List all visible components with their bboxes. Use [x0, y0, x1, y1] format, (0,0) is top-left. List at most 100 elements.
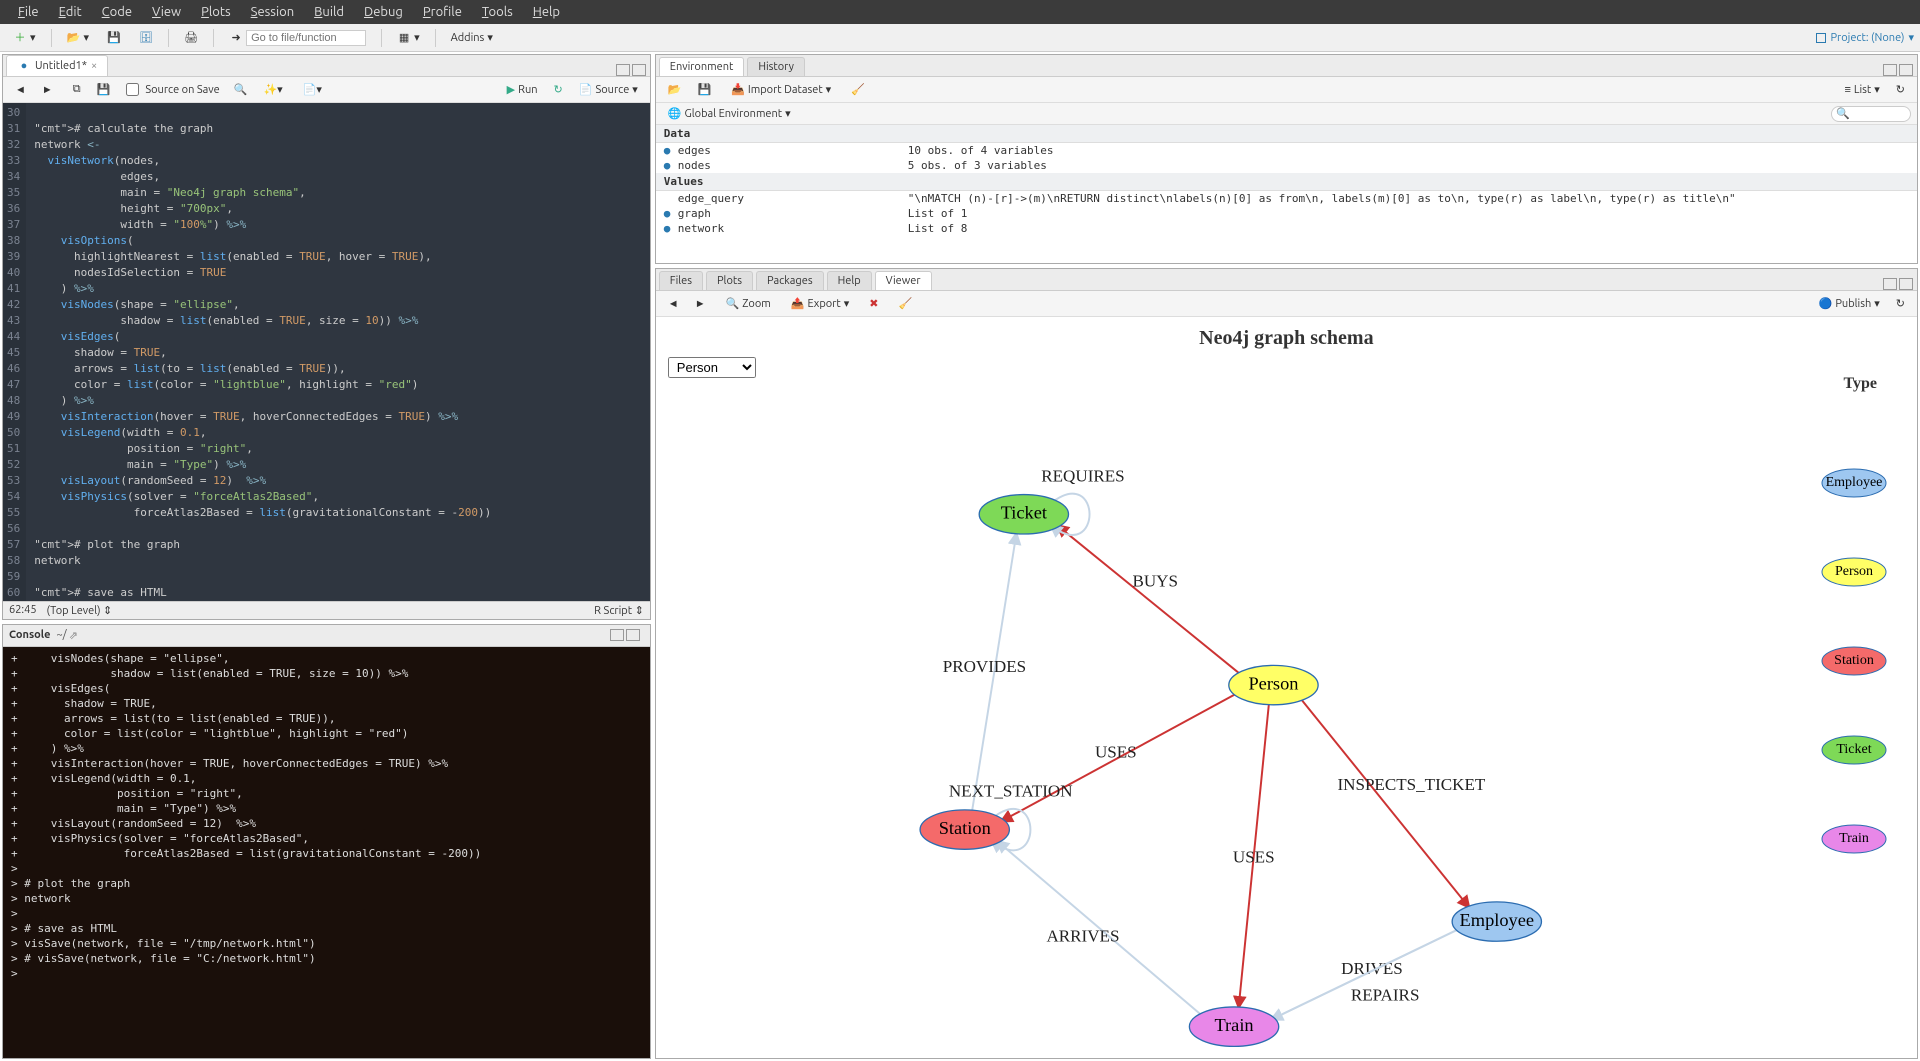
maximize-button[interactable] — [1899, 64, 1913, 76]
refresh-button[interactable]: ↻ — [1890, 295, 1911, 312]
env-row[interactable]: ●nodes5 obs. of 3 variables — [656, 158, 1917, 173]
export-button[interactable]: 📤 Export ▾ — [785, 295, 855, 312]
source-on-save-checkbox[interactable] — [126, 83, 139, 96]
env-search-input[interactable] — [1831, 106, 1911, 122]
save-src-button[interactable]: 💾 — [91, 81, 117, 98]
print-button[interactable]: 🖨 — [177, 28, 205, 48]
env-section: Values — [656, 173, 1917, 191]
edge-label: REPAIRS — [1351, 985, 1420, 1004]
minimize-button[interactable] — [616, 64, 630, 76]
node-select[interactable]: Person — [668, 357, 756, 378]
scope-selector[interactable]: (Top Level) ⇕ — [47, 604, 113, 617]
remove-button[interactable]: ✖ — [863, 295, 884, 312]
goto-button[interactable]: ➜ — [222, 27, 373, 49]
load-ws-button[interactable]: 📂 — [662, 81, 688, 98]
clear-button[interactable]: 🧹 — [892, 295, 918, 312]
menu-code[interactable]: Code — [92, 3, 142, 21]
menu-build[interactable]: Build — [304, 3, 354, 21]
menu-tools[interactable]: Tools — [472, 3, 523, 21]
graph-title: Neo4j graph schema — [656, 317, 1917, 354]
publish-button[interactable]: 🔵 Publish ▾ — [1813, 295, 1886, 312]
tab-history[interactable]: History — [747, 57, 805, 76]
minimize-button[interactable] — [610, 629, 624, 641]
svg-text:Employee: Employee — [1459, 910, 1534, 930]
legend-item: Station — [1819, 645, 1889, 680]
open-button[interactable]: 📂▾ — [60, 28, 97, 48]
env-scope-bar: 🌐 Global Environment ▾ — [656, 103, 1917, 125]
edge[interactable] — [1056, 525, 1241, 675]
graph-canvas[interactable]: BUYSREQUIRESPROVIDESUSESNEXT_STATIONINSP… — [656, 354, 1917, 1058]
rerun-button[interactable]: ↻ — [548, 81, 569, 98]
legend-title: Type — [1844, 375, 1877, 393]
env-row[interactable]: ●graphList of 1 — [656, 206, 1917, 221]
show-in-new-button[interactable]: ⧉ — [67, 81, 87, 98]
svg-text:Person: Person — [1835, 564, 1873, 579]
source-editor[interactable]: 3031323334353637383940414243444546474849… — [3, 103, 650, 601]
maximize-button[interactable] — [632, 64, 646, 76]
import-dataset-button[interactable]: 📥 Import Dataset ▾ — [725, 81, 837, 98]
clear-button[interactable]: 🧹 — [845, 81, 871, 98]
menu-profile[interactable]: Profile — [413, 3, 472, 21]
refresh-button[interactable]: ↻ — [1890, 81, 1911, 98]
console-path-icon[interactable]: ⇗ — [69, 629, 78, 642]
console-header: Console ~/ ⇗ — [3, 625, 650, 647]
tab-help[interactable]: Help — [827, 271, 872, 290]
console[interactable]: + visNodes(shape = "ellipse", + shadow =… — [3, 647, 650, 1058]
back-button[interactable]: ◄ — [662, 296, 685, 312]
edge-label: USES — [1095, 742, 1137, 761]
menu-help[interactable]: Help — [523, 3, 570, 21]
tab-environment[interactable]: Environment — [659, 57, 745, 76]
edge[interactable] — [1270, 928, 1460, 1019]
edge[interactable] — [1300, 698, 1469, 908]
save-button[interactable]: 💾 — [100, 28, 128, 48]
tab-viewer[interactable]: Viewer — [875, 271, 932, 290]
goto-input[interactable] — [246, 30, 366, 46]
close-icon[interactable]: × — [91, 60, 97, 72]
wand-button[interactable]: ✨▾ — [257, 81, 288, 98]
env-row[interactable]: ●networkList of 8 — [656, 221, 1917, 236]
viewer-body[interactable]: Neo4j graph schema Person Type Employee P… — [656, 317, 1917, 1058]
menu-debug[interactable]: Debug — [354, 3, 413, 21]
menu-session[interactable]: Session — [241, 3, 304, 21]
svg-text:Train: Train — [1214, 1015, 1253, 1035]
node-station[interactable]: Station — [920, 810, 1009, 849]
node-person[interactable]: Person — [1229, 665, 1318, 704]
env-row[interactable]: ●edges10 obs. of 4 variables — [656, 143, 1917, 158]
tab-packages[interactable]: Packages — [756, 271, 824, 290]
new-file-button[interactable]: ＋▾ — [6, 28, 43, 48]
view-toggle[interactable]: ≡ List ▾ — [1838, 81, 1885, 98]
save-ws-button[interactable]: 💾 — [692, 81, 718, 98]
tab-plots[interactable]: Plots — [706, 271, 753, 290]
find-button[interactable]: 🔍 — [228, 81, 254, 98]
compile-button[interactable]: 📄▾ — [297, 81, 328, 98]
node-ticket[interactable]: Ticket — [979, 495, 1068, 534]
source-button[interactable]: 📄 Source ▾ — [573, 81, 644, 98]
menu-file[interactable]: File — [8, 3, 49, 21]
fwd-button[interactable]: ► — [36, 82, 59, 98]
node-employee[interactable]: Employee — [1452, 902, 1541, 941]
grid-button[interactable]: ▦▾ — [390, 28, 427, 48]
menu-edit[interactable]: Edit — [49, 3, 92, 21]
save-all-button[interactable]: 🗄 — [132, 28, 160, 48]
node-train[interactable]: Train — [1189, 1007, 1278, 1046]
scope-selector[interactable]: 🌐 Global Environment ▾ — [662, 105, 797, 122]
zoom-button[interactable]: 🔍 Zoom — [720, 295, 777, 312]
maximize-button[interactable] — [1899, 278, 1913, 290]
rfile-icon: ● — [17, 59, 31, 73]
minimize-button[interactable] — [1883, 64, 1897, 76]
project-menu[interactable]: Project: (None) ▾ — [1816, 31, 1914, 44]
source-tab[interactable]: ● Untitled1* × — [6, 55, 108, 76]
addins-button[interactable]: Addins ▾ — [444, 28, 500, 47]
back-button[interactable]: ◄ — [9, 82, 32, 98]
menu-plots[interactable]: Plots — [191, 3, 241, 21]
menu-view[interactable]: View — [142, 3, 191, 21]
tab-files[interactable]: Files — [659, 271, 703, 290]
edge-label: BUYS — [1132, 572, 1178, 591]
run-button[interactable]: ▶ Run — [501, 81, 544, 98]
env-row[interactable]: edge_query"\nMATCH (n)-[r]->(m)\nRETURN … — [656, 191, 1917, 206]
lang-selector[interactable]: R Script ⇕ — [594, 604, 644, 617]
viewer-toolbar: ◄ ► 🔍 Zoom 📤 Export ▾ ✖ 🧹 🔵 Publish ▾ ↻ — [656, 291, 1917, 317]
fwd-button[interactable]: ► — [689, 296, 712, 312]
minimize-button[interactable] — [1883, 278, 1897, 290]
maximize-button[interactable] — [626, 629, 640, 641]
